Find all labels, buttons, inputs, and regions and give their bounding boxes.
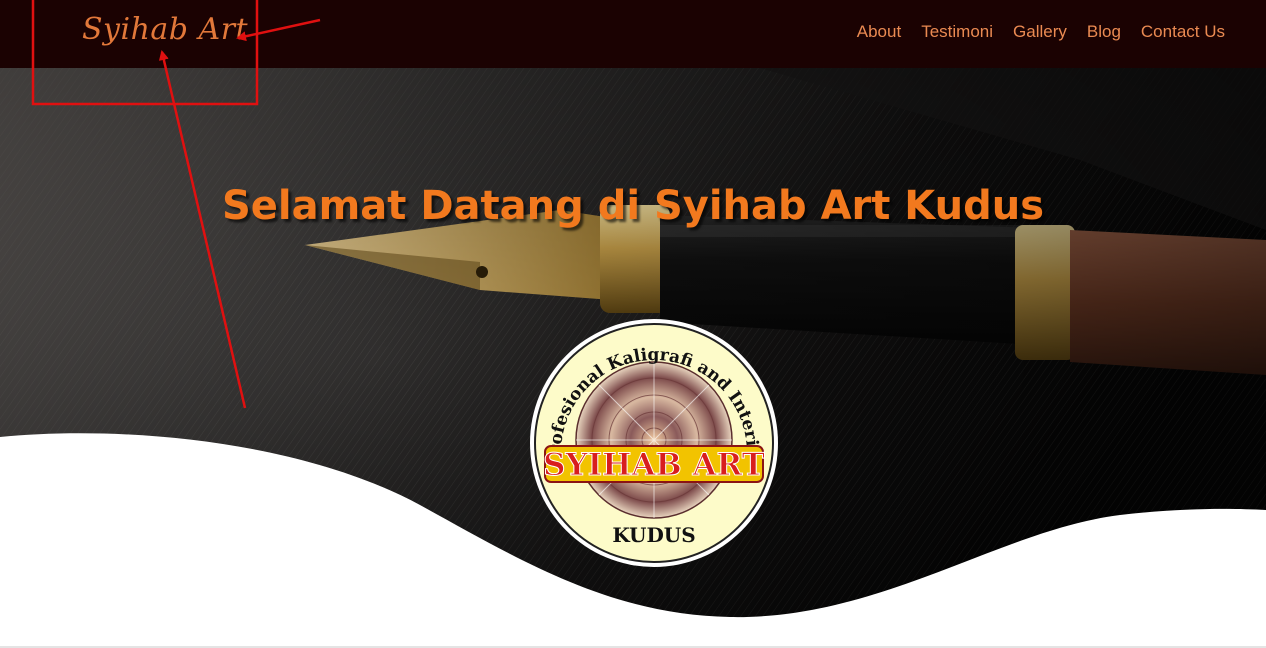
- nav-link-contact-us[interactable]: Contact Us: [1141, 22, 1225, 42]
- nav-link-gallery[interactable]: Gallery: [1013, 22, 1067, 42]
- nav-link-testimoni[interactable]: Testimoni: [921, 22, 993, 42]
- hero-title: Selamat Datang di Syihab Art Kudus: [221, 183, 1044, 229]
- syihab-art-logo-badge: Profesional Kaligrafi and Interior SYIHA…: [529, 318, 778, 567]
- badge-name-text: SYIHAB ART: [543, 447, 765, 483]
- nav-link-blog[interactable]: Blog: [1087, 22, 1121, 42]
- badge-city-text: KUDUS: [612, 523, 695, 547]
- brand-logo[interactable]: Syihab Art: [82, 12, 248, 47]
- nav-link-about[interactable]: About: [857, 22, 901, 42]
- top-navbar: Syihab Art About Testimoni Gallery Blog …: [0, 0, 1266, 68]
- main-nav: About Testimoni Gallery Blog Contact Us: [857, 22, 1225, 42]
